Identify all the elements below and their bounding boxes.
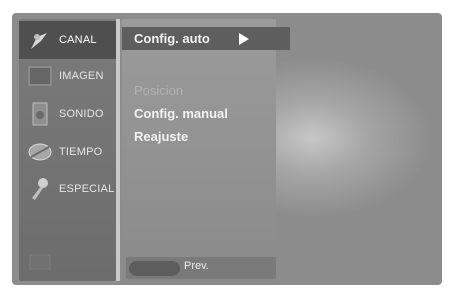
screen-icon xyxy=(29,254,51,270)
menu-item-label: SONIDO xyxy=(59,108,104,120)
menu-item-label: ESPECIAL xyxy=(59,183,115,195)
menu-item-label: TIEMPO xyxy=(59,146,103,158)
clock-icon xyxy=(28,143,52,161)
antenna-icon xyxy=(31,33,47,49)
menu-item-canal[interactable]: CANAL xyxy=(19,21,116,59)
key-icon xyxy=(32,178,48,200)
submenu-item-posicion[interactable]: Posicion xyxy=(124,80,183,102)
menu-item-tiempo[interactable]: TIEMPO xyxy=(19,133,116,171)
menu-item-especial[interactable]: ESPECIAL xyxy=(19,170,116,208)
prev-button[interactable] xyxy=(129,261,180,276)
menu-item-label: IMAGEN xyxy=(59,70,104,82)
submenu-panel xyxy=(122,19,276,281)
menu-item-label: CANAL xyxy=(59,34,97,46)
picture-icon xyxy=(28,66,52,86)
submenu-item-blank[interactable] xyxy=(124,57,134,79)
menu-item-screen[interactable] xyxy=(19,243,116,281)
right-arrow-icon xyxy=(239,33,249,45)
prev-label: Prev. xyxy=(184,260,209,272)
menu-item-imagen[interactable]: IMAGEN xyxy=(19,57,116,95)
speaker-icon xyxy=(32,102,48,126)
submenu-item-config-auto[interactable]: Config. auto xyxy=(124,28,210,50)
submenu-item-config-manual[interactable]: Config. manual xyxy=(124,103,228,125)
menu-divider xyxy=(116,19,120,281)
submenu-item-reajuste[interactable]: Reajuste xyxy=(124,126,188,148)
menu-item-sonido[interactable]: SONIDO xyxy=(19,95,116,133)
